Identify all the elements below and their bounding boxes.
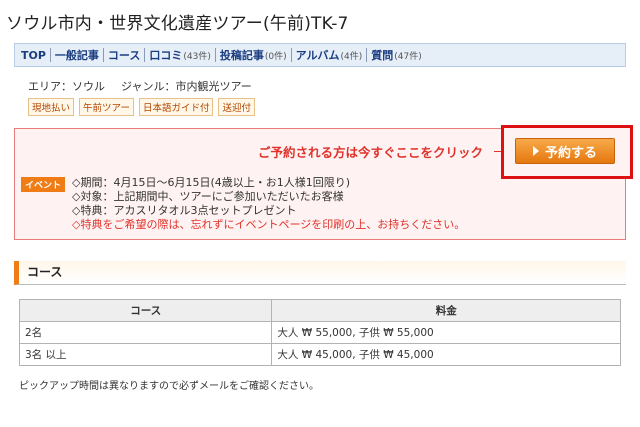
event-benefit: ◇特典：アカスリタオル3点セットプレゼント: [72, 204, 297, 217]
column-header-price: 料金: [271, 299, 621, 322]
tab-label: TOP: [21, 48, 46, 62]
course-cell: 3名 以上: [18, 343, 273, 366]
course-section-heading: コース: [14, 261, 626, 285]
table-row: 2名 大人 ₩ 55,000, 子供 ₩ 55,000: [18, 321, 621, 344]
event-target: ◇対象：上記期間中、ツアーにご参加いただいたお客様: [72, 190, 344, 203]
table-header-row: コース 料金: [18, 299, 621, 322]
tab-divider: [144, 48, 146, 62]
tab-label: 質問: [371, 49, 394, 62]
table-row: 3名 以上 大人 ₩ 45,000, 子供 ₩ 45,000: [18, 343, 621, 366]
event-warning: ◇特典をご希望の際は、忘れずにイベントページを印刷の上、お持ちください。: [72, 218, 466, 231]
reserve-button-label: 予約する: [544, 145, 597, 161]
course-table: コース 料金 2名 大人 ₩ 55,000, 子供 ₩ 55,000 3名 以上…: [18, 299, 621, 366]
tab-count: (43件): [183, 51, 211, 62]
tab-label: 一般記事: [54, 49, 99, 62]
course-cell: 2名: [18, 321, 273, 344]
price-cell: 大人 ₩ 45,000, 子供 ₩ 45,000: [271, 343, 621, 366]
tag-badge: 午前ツアー: [79, 98, 134, 116]
tab-reviews[interactable]: 口コミ (43件): [149, 47, 210, 63]
tab-divider: [366, 48, 368, 62]
event-badge: イベント: [21, 177, 66, 192]
reserve-button[interactable]: 予約する: [515, 138, 615, 164]
pickup-note: ピックアップ時間は異なりますので必ずメールをご確認ください。: [19, 381, 319, 392]
tab-posts[interactable]: 投稿記事 (0件): [220, 47, 287, 63]
tab-divider: [214, 48, 216, 62]
tab-course[interactable]: コース: [108, 47, 140, 63]
tab-label: コース: [107, 49, 141, 62]
tab-count: (4件): [340, 51, 363, 62]
booking-prompt: ご予約される方は今すぐここをクリック: [258, 145, 484, 160]
tab-label: 口コミ: [149, 49, 183, 62]
tag-badge: 送迎付: [218, 98, 255, 116]
price-cell: 大人 ₩ 55,000, 子供 ₩ 55,000: [271, 321, 621, 344]
tab-count: (47件): [394, 51, 422, 62]
play-arrow-icon: [532, 146, 539, 156]
area-label: エリア：ソウル: [28, 80, 105, 93]
event-details: ◇期間：4月15日～6月15日(4歳以上・お1人様1回限り) ◇対象：上記期間中…: [72, 176, 465, 232]
tag-badge: 現地払い: [28, 98, 75, 116]
tab-general-articles[interactable]: 一般記事: [55, 47, 99, 63]
tab-questions[interactable]: 質問 (47件): [371, 47, 421, 63]
tab-divider: [102, 48, 104, 62]
tab-divider: [290, 48, 292, 62]
tab-top[interactable]: TOP: [21, 49, 46, 62]
page-title: ソウル市内・世界文化遺産ツアー(午前)TK-7: [6, 14, 349, 34]
tab-count: (0件): [264, 51, 287, 62]
event-period: ◇期間：4月15日～6月15日(4歳以上・お1人様1回限り): [72, 176, 351, 189]
tab-divider: [49, 48, 51, 62]
tab-label: アルバム: [295, 49, 340, 62]
column-header-course: コース: [18, 299, 273, 322]
tour-meta: エリア：ソウル ジャンル：市内観光ツアー: [28, 78, 252, 94]
genre-label: ジャンル：市内観光ツアー: [121, 80, 252, 93]
tab-bar: TOP 一般記事 コース 口コミ (43件) 投稿記事 (0件) アルバム (4件) …: [14, 43, 626, 67]
tab-label: 投稿記事: [219, 49, 264, 62]
tag-list: 現地払い 午前ツアー 日本語ガイド付 送迎付: [28, 98, 255, 116]
tag-badge: 日本語ガイド付: [138, 98, 214, 116]
tab-album[interactable]: アルバム (4件): [296, 47, 363, 63]
